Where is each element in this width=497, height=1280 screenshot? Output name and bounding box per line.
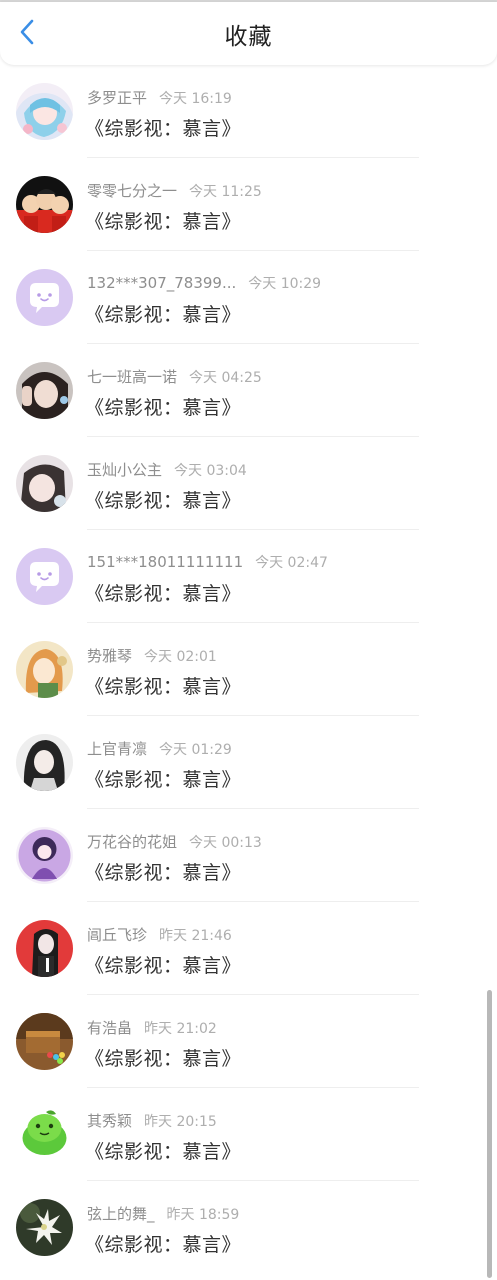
user-name[interactable]: 有浩畠 [87,1019,132,1037]
avatar[interactable] [16,734,73,791]
book-title[interactable]: 《综影视：慕言》 [85,393,241,420]
timestamp: 今天 02:47 [255,555,328,571]
timestamp: 昨天 20:15 [144,1114,217,1130]
favorite-item[interactable]: 零零七分之一 今天 11:25 《综影视：慕言》 [0,158,497,251]
user-name[interactable]: 132***307_78399... [87,274,236,292]
timestamp: 今天 04:25 [189,370,262,386]
favorite-item[interactable]: 有浩畠 昨天 21:02 《综影视：慕言》 [0,995,497,1088]
user-name[interactable]: 阊丘飞珍 [87,926,147,944]
avatar[interactable] [16,548,73,605]
scrollbar[interactable] [487,990,492,1278]
item-meta: 132***307_78399... 今天 10:29 [87,273,321,293]
avatar[interactable] [16,83,73,140]
favorite-item[interactable]: 132***307_78399... 今天 10:29 《综影视：慕言》 [0,251,497,344]
item-meta: 多罗正平 今天 16:19 [87,87,232,108]
avatar[interactable] [16,827,73,884]
item-meta: 弦上的舞_ 昨天 18:59 [87,1203,239,1224]
user-name[interactable]: 万花谷的花姐 [87,833,177,851]
favorite-item[interactable]: 势雅琴 今天 02:01 《综影视：慕言》 [0,623,497,716]
item-meta: 七一班高一诺 今天 04:25 [87,366,262,387]
book-title[interactable]: 《综影视：慕言》 [85,300,241,327]
item-meta: 151***18011111111 今天 02:47 [87,552,328,572]
timestamp: 今天 16:19 [159,91,232,107]
item-meta: 玉灿小公主 今天 03:04 [87,459,247,480]
avatar[interactable] [16,176,73,233]
user-name[interactable]: 151***18011111111 [87,553,243,571]
favorite-item[interactable]: 万花谷的花姐 今天 00:13 《综影视：慕言》 [0,809,497,902]
avatar[interactable] [16,920,73,977]
user-name[interactable]: 多罗正平 [87,89,147,107]
book-title[interactable]: 《综影视：慕言》 [85,1137,241,1164]
timestamp: 昨天 18:59 [166,1207,240,1223]
book-title[interactable]: 《综影视：慕言》 [85,486,241,513]
timestamp: 今天 11:25 [189,184,262,200]
user-name[interactable]: 势雅琴 [87,647,132,665]
item-meta: 势雅琴 今天 02:01 [87,645,217,666]
user-name[interactable]: 弦上的舞_ [87,1205,155,1223]
user-name[interactable]: 其秀颖 [87,1112,132,1130]
favorite-item[interactable]: 151***18011111111 今天 02:47 《综影视：慕言》 [0,530,497,623]
book-title[interactable]: 《综影视：慕言》 [85,951,241,978]
book-title[interactable]: 《综影视：慕言》 [85,579,241,606]
avatar[interactable] [16,362,73,419]
item-meta: 有浩畠 昨天 21:02 [87,1017,217,1038]
user-name[interactable]: 上官青凛 [87,740,147,758]
favorites-list: 多罗正平 今天 16:19 《综影视：慕言》 零零七分之一 今天 11:25 《综影视：慕… [0,65,497,1274]
item-meta: 阊丘飞珍 昨天 21:46 [87,924,232,945]
timestamp: 今天 10:29 [248,276,322,292]
timestamp: 昨天 21:02 [144,1021,217,1037]
avatar[interactable] [16,641,73,698]
page-title: 收藏 [224,24,273,50]
favorite-item[interactable]: 其秀颖 昨天 20:15 《综影视：慕言》 [0,1088,497,1181]
book-title[interactable]: 《综影视：慕言》 [85,1230,241,1257]
user-name[interactable]: 玉灿小公主 [87,461,162,479]
avatar[interactable] [16,1199,73,1256]
timestamp: 今天 02:01 [144,649,217,665]
timestamp: 今天 03:04 [174,463,247,479]
avatar[interactable] [16,269,73,326]
user-name[interactable]: 零零七分之一 [87,182,177,200]
book-title[interactable]: 《综影视：慕言》 [85,114,241,141]
book-title[interactable]: 《综影视：慕言》 [85,858,241,885]
favorite-item[interactable]: 七一班高一诺 今天 04:25 《综影视：慕言》 [0,344,497,437]
item-meta: 上官青凛 今天 01:29 [87,738,232,759]
favorite-item[interactable]: 阊丘飞珍 昨天 21:46 《综影视：慕言》 [0,902,497,995]
avatar[interactable] [16,455,73,512]
book-title[interactable]: 《综影视：慕言》 [85,1044,241,1071]
timestamp: 今天 00:13 [189,835,262,851]
avatar[interactable] [16,1013,73,1070]
book-title[interactable]: 《综影视：慕言》 [85,207,241,234]
item-meta: 万花谷的花姐 今天 00:13 [87,831,262,852]
user-name[interactable]: 七一班高一诺 [87,368,177,386]
item-meta: 其秀颖 昨天 20:15 [87,1110,217,1131]
nav-header: 收藏 [0,2,497,65]
favorite-item[interactable]: 多罗正平 今天 16:19 《综影视：慕言》 [0,65,497,158]
item-meta: 零零七分之一 今天 11:25 [87,180,262,201]
favorite-item[interactable]: 玉灿小公主 今天 03:04 《综影视：慕言》 [0,437,497,530]
book-title[interactable]: 《综影视：慕言》 [85,765,241,792]
avatar[interactable] [16,1106,73,1163]
timestamp: 今天 01:29 [159,742,232,758]
timestamp: 昨天 21:46 [159,928,232,944]
favorite-item[interactable]: 弦上的舞_ 昨天 18:59 《综影视：慕言》 [0,1181,497,1274]
book-title[interactable]: 《综影视：慕言》 [85,672,241,699]
favorite-item[interactable]: 上官青凛 今天 01:29 《综影视：慕言》 [0,716,497,809]
